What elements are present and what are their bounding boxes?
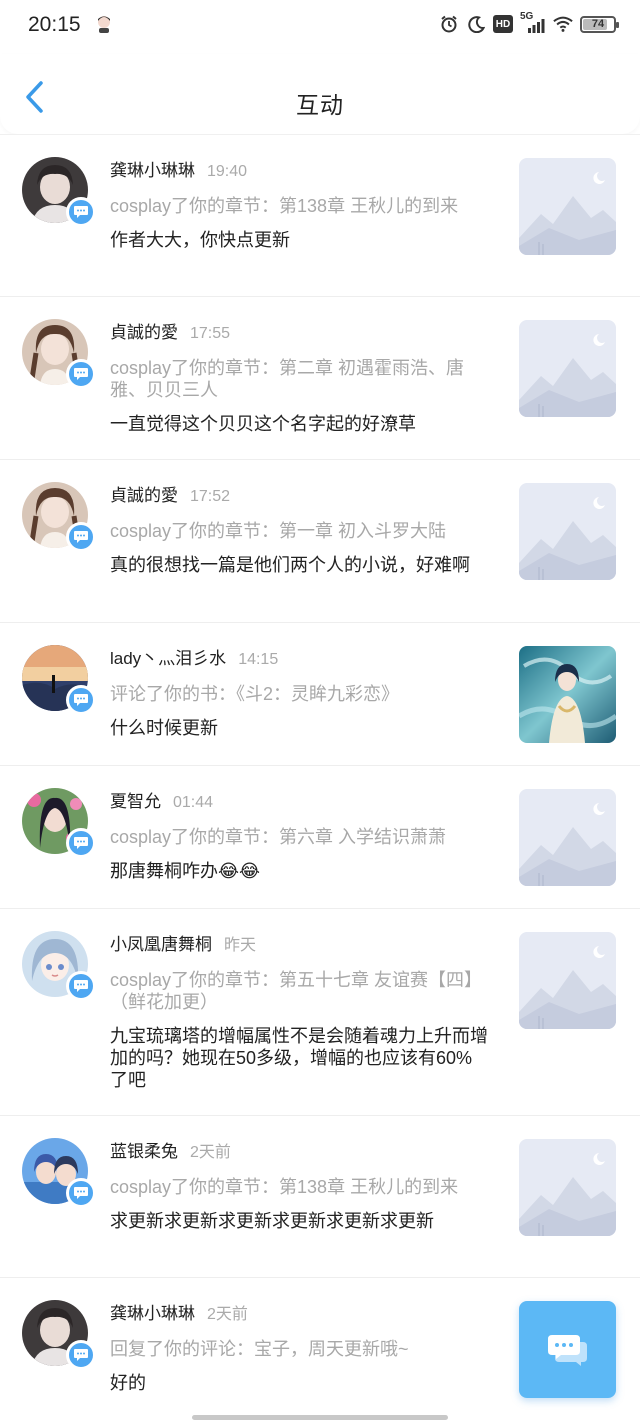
- item-content: lady丶灬泪彡水 14:15 评论了你的书：《斗2：灵眸九彩恋》 什么时候更新: [110, 648, 490, 739]
- battery-icon: 74: [580, 15, 619, 33]
- image-placeholder-icon: [519, 320, 616, 417]
- item-action[interactable]: 回复了你的评论：宝子，周天更新哦~: [110, 1338, 490, 1360]
- item-content: 龚琳小琳琳 2天前 回复了你的评论：宝子，周天更新哦~ 好的: [110, 1303, 490, 1394]
- avatar[interactable]: [22, 157, 96, 231]
- item-time: 17:55: [190, 325, 231, 342]
- avatar[interactable]: [22, 788, 96, 862]
- comment-badge-icon: [66, 359, 96, 389]
- user-name[interactable]: 蓝银柔兔: [110, 1142, 178, 1161]
- comment-badge-icon: [66, 197, 96, 227]
- network-label: 5G: [520, 11, 534, 22]
- list-item[interactable]: 夏智允 01:44 cosplay了你的章节：第六章 入学结识萧萧 那唐舞桐咋办😂…: [0, 766, 640, 909]
- avatar[interactable]: [22, 482, 96, 556]
- item-content: 貞誠的愛 17:52 cosplay了你的章节：第一章 初入斗罗大陆 真的很想找一…: [110, 485, 490, 576]
- hd-icon: HD: [493, 15, 513, 33]
- list-item[interactable]: 蓝银柔兔 2天前 cosplay了你的章节：第138章 王秋儿的到来 求更新求更新…: [0, 1116, 640, 1278]
- list-item[interactable]: lady丶灬泪彡水 14:15 评论了你的书：《斗2：灵眸九彩恋》 什么时候更新: [0, 623, 640, 766]
- avatar[interactable]: [22, 319, 96, 393]
- home-indicator[interactable]: [192, 1415, 448, 1420]
- thumbnail-placeholder[interactable]: [519, 158, 616, 255]
- item-comment[interactable]: 求更新求更新求更新求更新求更新求更新: [110, 1210, 490, 1232]
- avatar[interactable]: [22, 645, 96, 719]
- alarm-icon: [439, 14, 459, 34]
- thumbnail-placeholder[interactable]: [519, 320, 616, 417]
- item-time: 2天前: [190, 1144, 231, 1161]
- battery-level: 74: [591, 18, 605, 30]
- image-placeholder-icon: [519, 158, 616, 255]
- comment-badge-icon: [66, 522, 96, 552]
- status-icons: HD 5G 74: [439, 11, 619, 34]
- item-action[interactable]: cosplay了你的章节：第138章 王秋儿的到来: [110, 195, 490, 217]
- item-action[interactable]: cosplay了你的章节：第二章 初遇霍雨浩、唐雅、贝贝三人: [110, 357, 490, 401]
- image-placeholder-icon: [519, 932, 616, 1029]
- thumbnail-placeholder[interactable]: [519, 932, 616, 1029]
- item-comment[interactable]: 作者大大，你快点更新: [110, 229, 490, 251]
- item-comment[interactable]: 什么时候更新: [110, 717, 490, 739]
- chat-bubble-icon: [547, 1334, 587, 1366]
- item-content: 貞誠的愛 17:55 cosplay了你的章节：第二章 初遇霍雨浩、唐雅、贝贝三人…: [110, 322, 490, 435]
- list-item[interactable]: 小凤凰唐舞桐 昨天 cosplay了你的章节：第五十七章 友谊赛【四】（鲜花加更）…: [0, 909, 640, 1116]
- status-bar: 20:15 HD 5G 74: [0, 0, 640, 54]
- item-comment[interactable]: 好的: [110, 1372, 490, 1394]
- item-content: 龚琳小琳琳 19:40 cosplay了你的章节：第138章 王秋儿的到来 作者大…: [110, 160, 490, 251]
- item-time: 01:44: [173, 794, 214, 811]
- item-time: 2天前: [207, 1306, 248, 1323]
- page-title: 互动: [296, 92, 344, 118]
- item-content: 蓝银柔兔 2天前 cosplay了你的章节：第138章 王秋儿的到来 求更新求更新…: [110, 1141, 490, 1232]
- comment-badge-icon: [66, 1340, 96, 1370]
- chat-fab-button[interactable]: [519, 1301, 616, 1398]
- user-name[interactable]: 貞誠的愛: [110, 486, 178, 505]
- comment-badge-icon: [66, 1178, 96, 1208]
- item-action[interactable]: cosplay了你的章节：第138章 王秋儿的到来: [110, 1176, 490, 1198]
- list-item[interactable]: 貞誠的愛 17:52 cosplay了你的章节：第一章 初入斗罗大陆 真的很想找一…: [0, 460, 640, 623]
- item-comment[interactable]: 那唐舞桐咋办😂😂: [110, 860, 490, 882]
- user-name[interactable]: 龚琳小琳琳: [110, 1304, 195, 1323]
- avatar[interactable]: [22, 931, 96, 1005]
- book-cover-image: [519, 646, 616, 743]
- user-name[interactable]: 夏智允: [110, 792, 161, 811]
- status-time: 20:15: [28, 13, 81, 36]
- wifi-icon: [553, 14, 573, 34]
- item-comment[interactable]: 九宝琉璃塔的增幅属性不是会随着魂力上升而增加的吗？她现在50多级，增幅的也应该有…: [110, 1025, 490, 1091]
- user-name[interactable]: 小凤凰唐舞桐: [110, 935, 212, 954]
- item-action[interactable]: cosplay了你的章节：第六章 入学结识萧萧: [110, 826, 490, 848]
- avatar[interactable]: [22, 1138, 96, 1212]
- user-name[interactable]: 貞誠的愛: [110, 323, 178, 342]
- item-content: 小凤凰唐舞桐 昨天 cosplay了你的章节：第五十七章 友谊赛【四】（鲜花加更）…: [110, 934, 490, 1091]
- item-action[interactable]: cosplay了你的章节：第一章 初入斗罗大陆: [110, 520, 490, 542]
- book-cover-thumbnail[interactable]: [519, 646, 616, 743]
- image-placeholder-icon: [519, 1139, 616, 1236]
- item-time: 17:52: [190, 488, 231, 505]
- item-content: 夏智允 01:44 cosplay了你的章节：第六章 入学结识萧萧 那唐舞桐咋办😂…: [110, 791, 490, 882]
- user-name[interactable]: 龚琳小琳琳: [110, 161, 195, 180]
- image-placeholder-icon: [519, 789, 616, 886]
- item-action[interactable]: cosplay了你的章节：第五十七章 友谊赛【四】（鲜花加更）: [110, 969, 490, 1013]
- user-avatar-icon: [98, 16, 110, 33]
- list-item[interactable]: 龚琳小琳琳 19:40 cosplay了你的章节：第138章 王秋儿的到来 作者大…: [0, 135, 640, 297]
- comment-badge-icon: [66, 971, 96, 1001]
- interaction-list: 龚琳小琳琳 19:40 cosplay了你的章节：第138章 王秋儿的到来 作者大…: [0, 134, 640, 1422]
- comment-badge-icon: [66, 685, 96, 715]
- thumbnail-placeholder[interactable]: [519, 1139, 616, 1236]
- list-item[interactable]: 貞誠的愛 17:55 cosplay了你的章节：第二章 初遇霍雨浩、唐雅、贝贝三人…: [0, 297, 640, 460]
- thumbnail-placeholder[interactable]: [519, 789, 616, 886]
- avatar[interactable]: [22, 1300, 96, 1374]
- item-time: 19:40: [207, 163, 248, 180]
- item-action[interactable]: 评论了你的书：《斗2：灵眸九彩恋》: [110, 683, 490, 705]
- nav-bar: 互动: [0, 54, 640, 134]
- item-time: 14:15: [238, 651, 279, 668]
- item-comment[interactable]: 一直觉得这个贝贝这个名字起的好潦草: [110, 413, 490, 435]
- item-time: 昨天: [224, 937, 257, 954]
- image-placeholder-icon: [519, 483, 616, 580]
- item-comment[interactable]: 真的很想找一篇是他们两个人的小说，好难啊: [110, 554, 490, 576]
- comment-badge-icon: [66, 828, 96, 858]
- signal-icon: 5G: [520, 11, 546, 34]
- moon-icon: [466, 14, 486, 34]
- thumbnail-placeholder[interactable]: [519, 483, 616, 580]
- user-name[interactable]: lady丶灬泪彡水: [110, 649, 226, 668]
